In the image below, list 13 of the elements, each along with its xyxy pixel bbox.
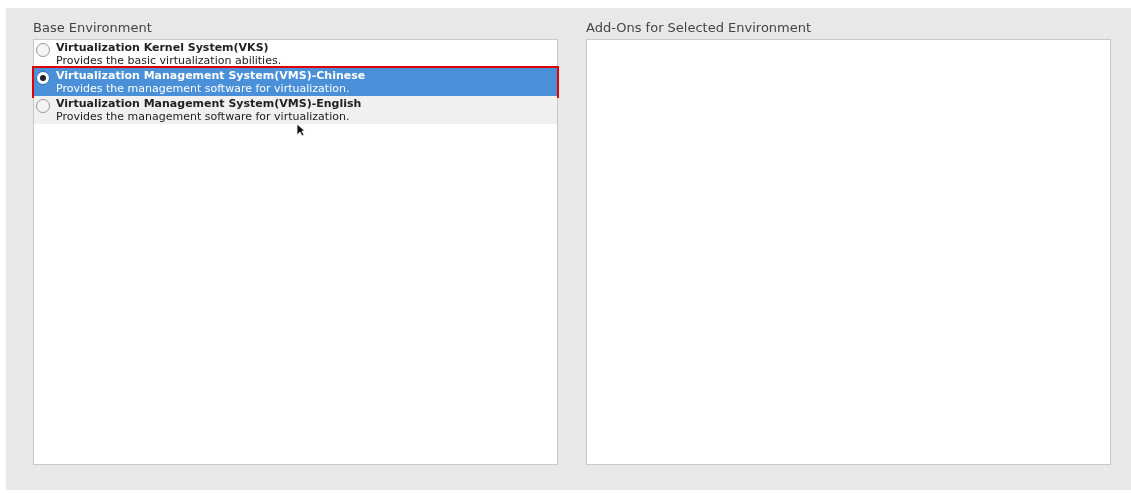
section-heading: Base Environment [33,19,153,37]
option-title: Virtualization Management System(VMS)-Chinese [56,69,366,82]
section-heading: Add-Ons for Selected Environment [586,19,813,37]
radio-button[interactable] [36,71,50,85]
option-title: Virtualization Kernel System(VKS) [56,41,270,54]
radio-button[interactable] [36,99,50,113]
radio-button[interactable] [36,43,50,57]
option-description: Provides the management software for virtualization. [56,82,351,95]
option-title: Virtualization Management System(VMS)-English [56,97,362,110]
mouse-pointer-icon [296,123,306,137]
environment-option[interactable]: Virtualization Kernel System(VKS) Provides the basic virtualization abilities. [34,40,557,68]
option-description: Provides the basic virtualization abilities. [56,54,282,67]
option-description: Provides the management software for virtualization. [56,110,351,123]
